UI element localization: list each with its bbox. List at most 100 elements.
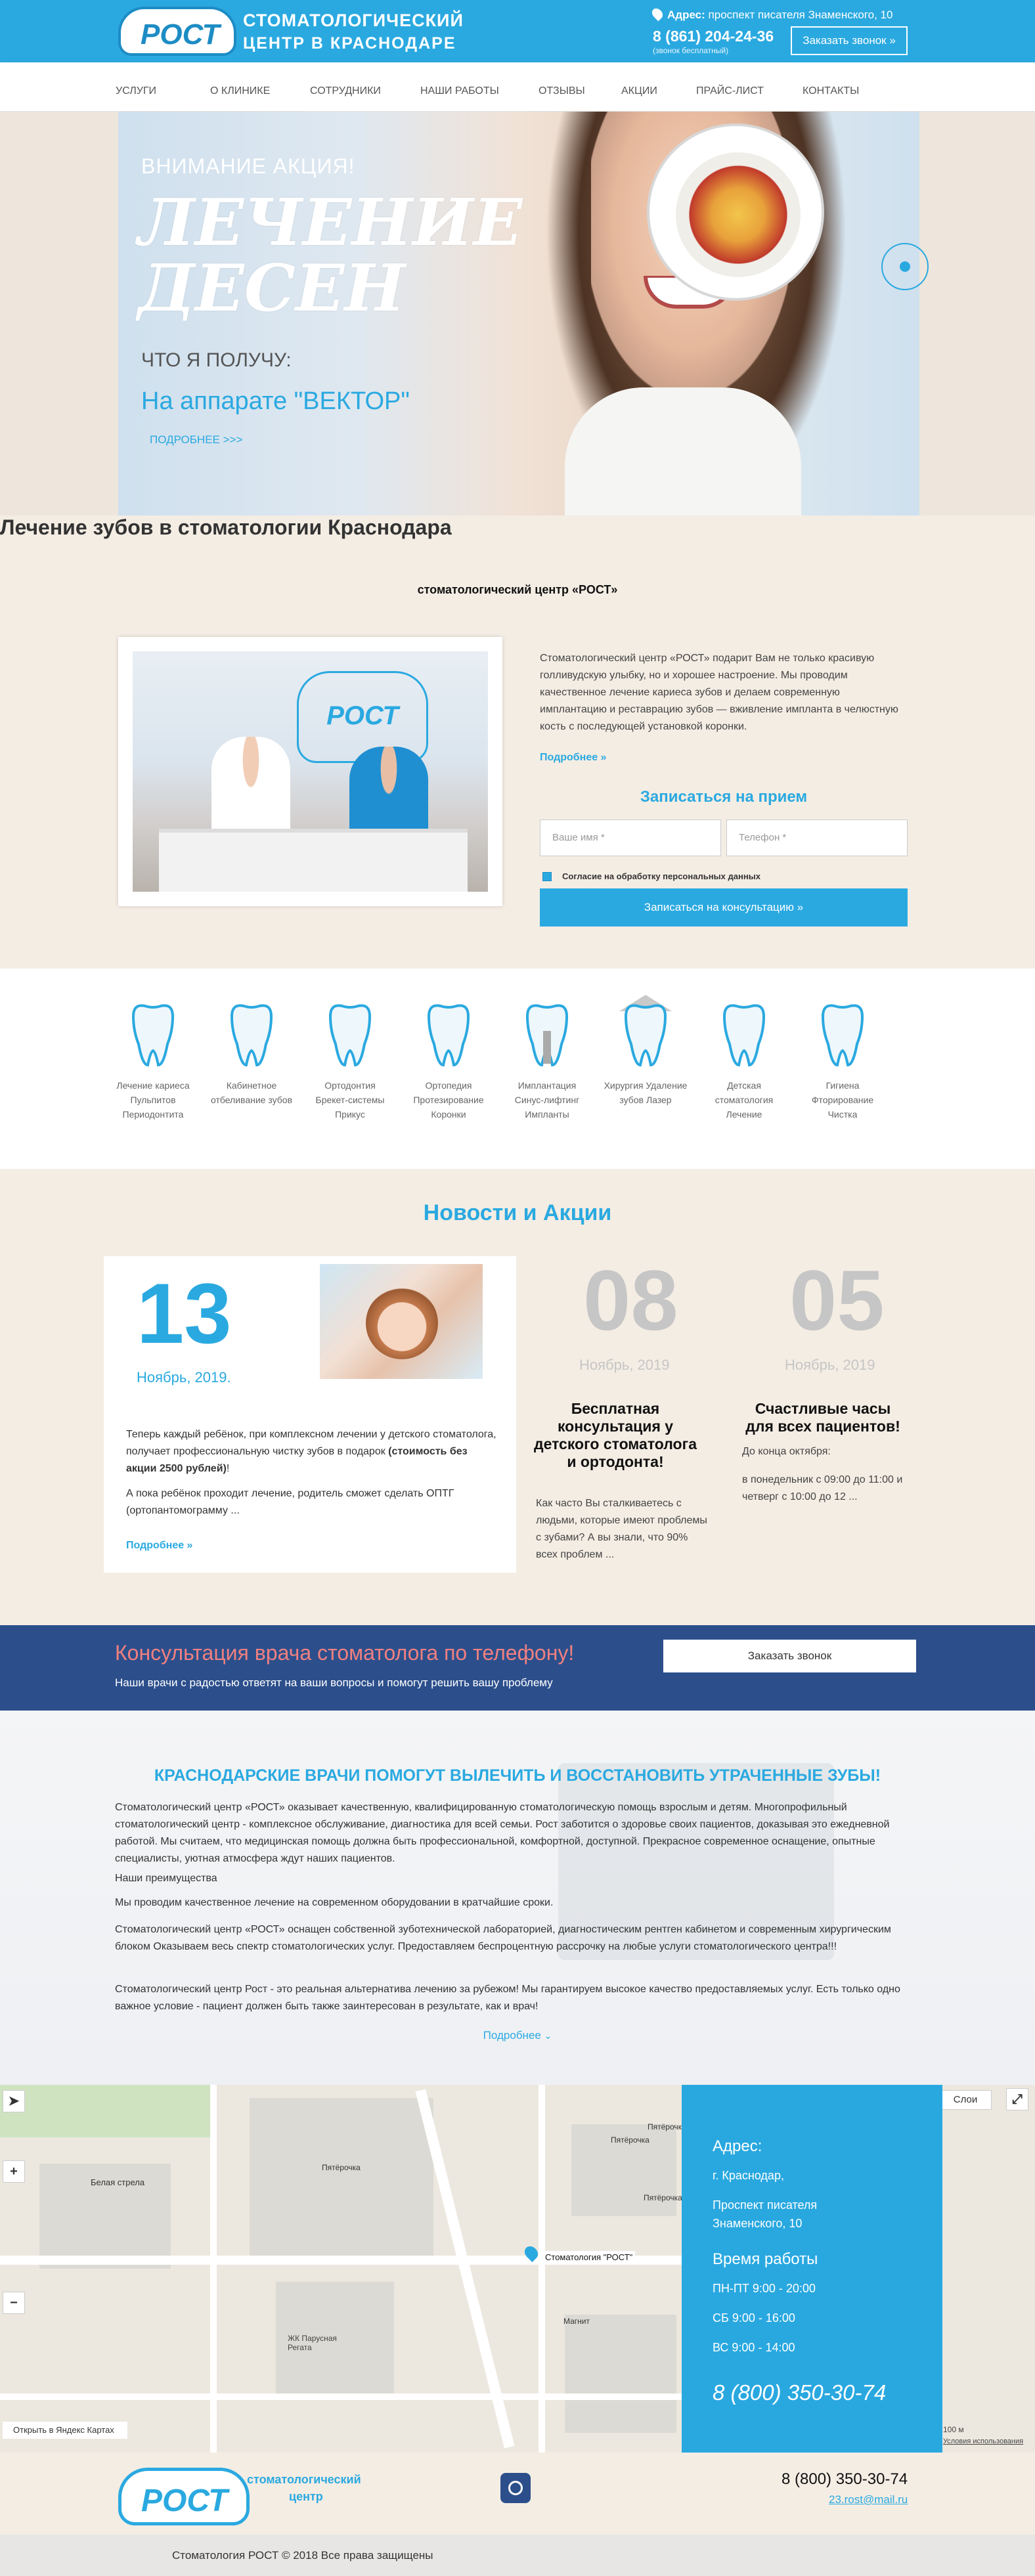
service-label: Лечение кариеса Пульпитов Периодонтита: [104, 1078, 202, 1122]
service-kids[interactable]: Детская стоматология Лечение: [695, 992, 793, 1122]
callback-button[interactable]: Заказать звонок »: [791, 26, 908, 55]
gum-illustration: [676, 152, 801, 277]
footer-phone[interactable]: 8 (800) 350-30-74: [782, 2470, 908, 2489]
band-callback-button[interactable]: Заказать звонок: [663, 1640, 916, 1672]
consent-label: Согласие на обработку персональных данны…: [562, 871, 761, 881]
map-layers-button[interactable]: Слои: [939, 2090, 992, 2110]
service-label-line: Лечение: [726, 1109, 762, 1120]
tooth-icon: [613, 992, 678, 1070]
nav-item-services[interactable]: Услуги: [116, 85, 156, 97]
tooth-icon: [514, 992, 580, 1070]
hero-title-line-1: ЛЕЧЕНИЕ: [138, 185, 523, 261]
service-orthopedics[interactable]: Ортопедия Протезирование Коронки: [399, 992, 498, 1122]
geolocation-icon[interactable]: ➤: [3, 2090, 25, 2112]
service-orthodontics[interactable]: Ортодонтия Брекет-системы Прикус: [301, 992, 399, 1122]
hero-title-line-2: ДЕСЕН: [138, 251, 406, 326]
contact-address-title: Адрес:: [713, 2137, 762, 2155]
nav-item-promo[interactable]: Акции: [621, 85, 657, 97]
service-caries[interactable]: Лечение кариеса Пульпитов Периодонтита: [104, 992, 202, 1122]
top-bar: РОСТ СТОМАТОЛОГИЧЕСКИЙ ЦЕНТР В КРАСНОДАР…: [0, 0, 1035, 62]
footer-logo[interactable]: РОСТ стоматологический центр: [118, 2468, 361, 2527]
service-label-line: Имплантация: [518, 1080, 577, 1091]
map-clinic-label[interactable]: Стоматология "РОСТ": [542, 2251, 636, 2263]
news-main-p1: Теперь каждый ребёнок, при комплексном л…: [126, 1426, 500, 1477]
hero-question: ЧТО Я ПОЛУЧУ:: [141, 349, 292, 371]
info-p3: Мы проводим качественное лечение на совр…: [115, 1897, 554, 1908]
map-label: ЖК Парусная Регата: [288, 2334, 337, 2352]
service-label-line: Кабинетное: [226, 1080, 277, 1091]
service-label-line: стоматология: [715, 1095, 774, 1105]
about-title: Лечение зубов в стоматологии Краснодара: [0, 515, 452, 539]
contact-address-1: г. Краснодар,: [713, 2169, 784, 2182]
contact-address-2: Проспект писателя: [713, 2198, 818, 2212]
instagram-icon[interactable]: [500, 2473, 531, 2503]
name-input[interactable]: Ваше имя *: [540, 819, 721, 856]
footer-logo-tooth-icon: РОСТ: [118, 2468, 250, 2525]
nav-item-about[interactable]: О клинике: [210, 85, 270, 97]
tooth-icon: [317, 992, 383, 1070]
service-label-line: Периодонтита: [122, 1109, 184, 1120]
service-implantation[interactable]: Имплантация Синус-лифтинг Импланты: [498, 992, 596, 1122]
info-more-link[interactable]: Подробнее ⌄: [0, 2029, 1035, 2042]
chevron-down-icon: ⌄: [544, 2030, 552, 2041]
service-surgery[interactable]: Хирургия Удаление зубов Лазер: [596, 992, 695, 1107]
info-p5: Стоматологический центр Рост - это реаль…: [115, 1984, 900, 2012]
map-label: Пятёрочка: [648, 2122, 686, 2131]
address-value: проспект писателя Знаменского, 10: [708, 9, 893, 21]
submit-button[interactable]: Записаться на консультацию »: [540, 888, 908, 927]
gum-treatment-image: [647, 123, 824, 301]
news-2-text: Как часто Вы сталкиваетесь с людьми, кот…: [536, 1498, 707, 1560]
copyright-bar: Стоматология РОСТ © 2018 Все права защищ…: [0, 2535, 1035, 2576]
footer-logo-line-1: стоматологический: [247, 2473, 361, 2486]
zoom-out-button[interactable]: −: [3, 2292, 25, 2314]
open-in-maps-link[interactable]: Открыть в Яндекс Картах: [3, 2422, 127, 2439]
map-terms-link[interactable]: Условия использования: [943, 2437, 1023, 2445]
nav-item-contacts[interactable]: Контакты: [803, 85, 859, 97]
service-label-line: Синус-лифтинг: [514, 1095, 580, 1105]
service-label-line: Пульпитов: [130, 1095, 176, 1105]
news-2-title[interactable]: Бесплатная консультация у детского стома…: [533, 1400, 697, 1471]
contact-hours-2: СБ 9:00 - 16:00: [713, 2311, 795, 2325]
service-label-line: отбеливание зубов: [210, 1095, 293, 1105]
info-title: КРАСНОДАРСКИЕ ВРАЧИ ПОМОГУТ ВЫЛЕЧИТЬ И В…: [154, 1766, 881, 1785]
copyright-text: Стоматология РОСТ © 2018 Все права защищ…: [172, 2549, 433, 2562]
service-whitening[interactable]: Кабинетное отбеливание зубов: [202, 992, 301, 1107]
hero-more-link[interactable]: ПОДРОБНЕЕ >>>: [150, 433, 242, 447]
nav-item-works[interactable]: Наши работы: [420, 85, 499, 97]
consent-checkbox[interactable]: [542, 872, 552, 881]
news-title: Новости и Акции: [423, 1200, 612, 1225]
map-label: Пятёрочка: [322, 2163, 361, 2172]
hero-device: На аппарате "ВЕКТОР": [141, 387, 410, 415]
about-more-link[interactable]: Подробнее »: [540, 752, 606, 764]
tooth-icon: [219, 992, 284, 1070]
nav-item-staff[interactable]: Сотрудники: [310, 85, 381, 97]
footer-email[interactable]: 23.rost@mail.ru: [829, 2493, 908, 2506]
tooth-icon: [810, 992, 875, 1070]
slider-dot-button[interactable]: [881, 243, 929, 290]
clinic-photo: РОСТ: [118, 637, 502, 906]
news-main-more-link[interactable]: Подробнее »: [126, 1540, 192, 1552]
service-hygiene[interactable]: Гигиена Фторирование Чистка: [793, 992, 892, 1122]
map-block: [565, 2315, 676, 2433]
map-pin-icon: [650, 6, 665, 22]
chevron-right-icon: »: [889, 34, 896, 47]
callback-label: Заказать звонок: [803, 34, 887, 47]
header-phone[interactable]: 8 (861) 204-24-36: [653, 28, 774, 45]
news-3-month: Ноябрь, 2019: [785, 1357, 875, 1373]
zoom-in-button[interactable]: +: [3, 2160, 25, 2183]
logo[interactable]: РОСТ СТОМАТОЛОГИЧЕСКИЙ ЦЕНТР В КРАСНОДАР…: [118, 7, 463, 58]
hero-title: ЛЕЧЕНИЕ ДЕСЕН: [138, 185, 523, 326]
news-2-day: 08: [583, 1252, 678, 1348]
contact-phone[interactable]: 8 (800) 350-30-74: [713, 2380, 886, 2405]
logo-line-2: ЦЕНТР В КРАСНОДАРЕ: [243, 34, 456, 53]
reception-desk: [159, 829, 468, 892]
contact-panel-content: Адрес: г. Краснодар, Проспект писателя З…: [682, 2085, 942, 2453]
news-3-title[interactable]: Счастливые часы для всех пациентов!: [741, 1400, 905, 1435]
news-3-text2: в понедельник с 09:00 до 11:00 и четверг…: [742, 1474, 903, 1502]
fullscreen-icon[interactable]: ⤢: [1006, 2088, 1028, 2110]
tooth-icon: [416, 992, 481, 1070]
nav-item-prices[interactable]: Прайс-лист: [696, 85, 764, 97]
phone-input[interactable]: Телефон *: [726, 819, 908, 856]
nav-item-reviews[interactable]: Отзывы: [539, 85, 585, 97]
about-text: Стоматологический центр «РОСТ» подарит В…: [540, 653, 898, 732]
